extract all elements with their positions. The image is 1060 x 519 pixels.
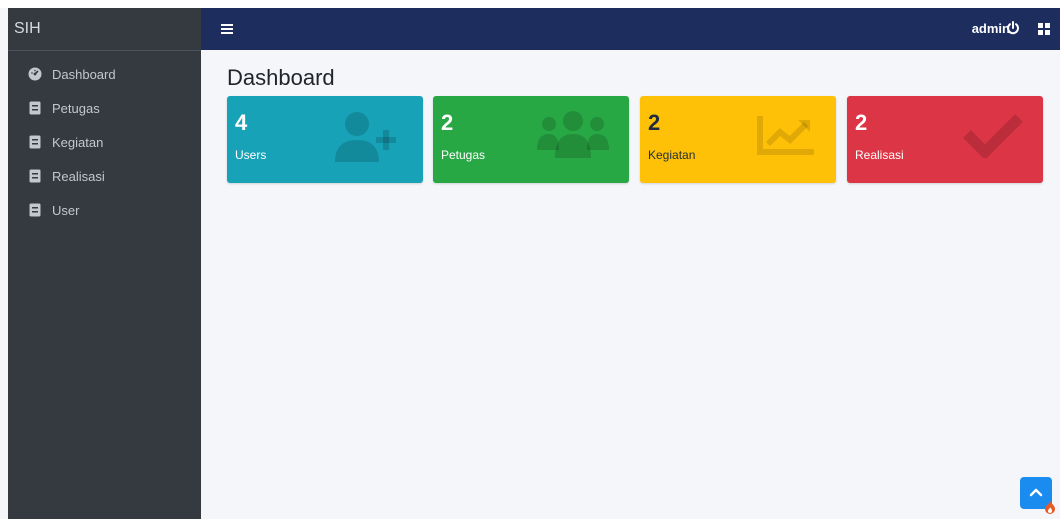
sidebar-item-user[interactable]: User: [8, 193, 201, 227]
book-icon: [28, 135, 42, 149]
stat-count: 2: [855, 110, 868, 135]
stat-count: 2: [648, 110, 661, 135]
sidebar-nav: Dashboard Petugas Kegiatan Realisasi Use…: [8, 51, 201, 227]
kegiatan-stat-box[interactable]: 2 Kegiatan: [640, 96, 836, 183]
book-icon: [28, 203, 42, 217]
top-strip: [0, 0, 1060, 8]
stat-label: Kegiatan: [648, 148, 696, 162]
brand-link[interactable]: SIH: [8, 8, 201, 51]
users-icon: [537, 110, 609, 165]
stat-label: Users: [235, 148, 267, 162]
sidebar-item-label: Realisasi: [52, 168, 105, 184]
sidebar-item-label: User: [52, 202, 80, 218]
stat-label: Petugas: [441, 148, 486, 162]
power-icon[interactable]: [1006, 21, 1020, 35]
book-icon: [28, 169, 42, 183]
book-icon: [28, 101, 42, 115]
sidebar: SIH Dashboard Petugas Kegiatan Realisasi: [8, 8, 201, 519]
stat-label: Realisasi: [855, 148, 904, 162]
user-name-label[interactable]: admin: [972, 21, 1010, 36]
stat-count: 4: [235, 110, 248, 135]
hamburger-icon[interactable]: [221, 21, 233, 37]
chart-line-icon: [756, 110, 816, 163]
check-icon: [963, 110, 1023, 163]
realisasi-stat-box[interactable]: 2 Realisasi: [847, 96, 1043, 183]
sidebar-item-label: Dashboard: [52, 66, 116, 82]
top-navbar: admin: [201, 8, 1060, 50]
petugas-stat-box[interactable]: 2 Petugas: [433, 96, 629, 183]
page-title: Dashboard: [227, 65, 335, 90]
sidebar-item-label: Kegiatan: [52, 134, 104, 150]
dashboard-icon: [28, 67, 42, 81]
sidebar-item-kegiatan[interactable]: Kegiatan: [8, 125, 201, 159]
user-plus-icon: [333, 110, 403, 171]
sidebar-item-dashboard[interactable]: Dashboard: [8, 57, 201, 91]
stat-count: 2: [441, 110, 454, 135]
sidebar-item-label: Petugas: [52, 100, 100, 116]
chevron-up-icon: [1029, 484, 1043, 502]
sidebar-item-realisasi[interactable]: Realisasi: [8, 159, 201, 193]
flame-icon[interactable]: [1044, 500, 1056, 514]
sidebar-item-petugas[interactable]: Petugas: [8, 91, 201, 125]
content-wrapper: Dashboard 4 Users 2 Petugas 2 Kegiatan 2…: [201, 50, 1060, 519]
grid-icon[interactable]: [1038, 22, 1050, 35]
users-stat-box[interactable]: 4 Users: [227, 96, 423, 183]
